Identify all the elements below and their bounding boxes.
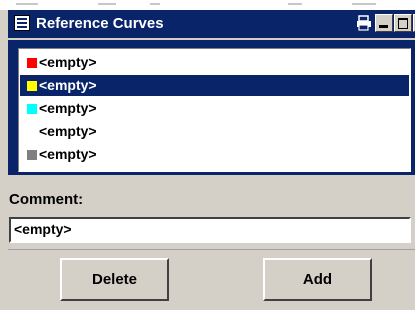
comment-input[interactable]: <empty> — [9, 217, 411, 243]
list-item[interactable]: <empty> — [20, 144, 409, 165]
add-button[interactable]: Add — [263, 258, 372, 301]
maximize-icon[interactable] — [394, 14, 412, 32]
reference-curve-list[interactable]: <empty> <empty> <empty> <empty> <empty> — [18, 48, 411, 172]
divider — [8, 249, 415, 250]
list-item[interactable]: <empty> — [20, 98, 409, 119]
window-title: Reference Curves — [36, 15, 164, 32]
list-item[interactable]: <empty> — [20, 121, 409, 142]
top-strip — [0, 0, 415, 10]
window-app-icon — [14, 15, 30, 31]
top-strip-mark — [352, 3, 376, 5]
curve-color-swatch — [27, 81, 37, 91]
top-strip-mark — [150, 3, 160, 5]
list-item-label: <empty> — [39, 123, 97, 139]
curve-color-swatch — [27, 127, 37, 137]
curve-color-swatch — [27, 58, 37, 68]
minimize-icon[interactable] — [375, 14, 393, 32]
delete-button[interactable]: Delete — [60, 258, 169, 301]
comment-label: Comment: — [9, 191, 84, 208]
top-strip-mark — [16, 3, 38, 5]
top-strip-mark — [98, 3, 116, 5]
list-item-label: <empty> — [39, 54, 97, 70]
title-bar[interactable]: Reference Curves ✕ — [8, 10, 415, 38]
list-item[interactable]: <empty> — [20, 52, 409, 73]
list-item-label: <empty> — [39, 77, 97, 93]
top-strip-mark — [288, 3, 302, 5]
reference-curve-list-frame: <empty> <empty> <empty> <empty> <empty> — [8, 40, 415, 175]
curve-color-swatch — [27, 104, 37, 114]
curve-color-swatch — [27, 150, 37, 160]
list-item[interactable]: <empty> — [20, 75, 409, 96]
list-item-label: <empty> — [39, 100, 97, 116]
print-icon[interactable] — [355, 14, 373, 32]
reference-curves-window: Reference Curves ✕ <empty> <empty> <e — [0, 10, 415, 310]
list-item-label: <empty> — [39, 146, 97, 162]
